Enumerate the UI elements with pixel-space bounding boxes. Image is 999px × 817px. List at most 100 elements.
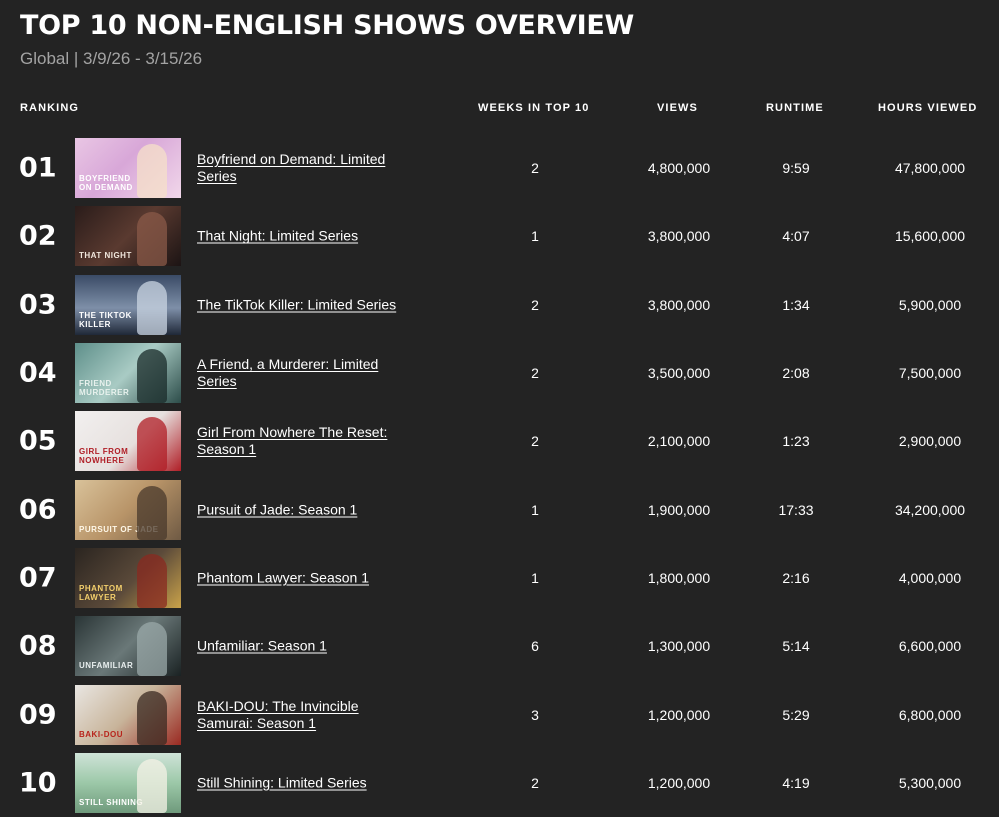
thumbnail-figure <box>137 553 167 608</box>
table-row: 04 FRIEND MURDERER A Friend, a Murderer:… <box>0 339 999 407</box>
rank-number: 03 <box>19 289 57 321</box>
rank-number: 04 <box>19 357 57 389</box>
thumbnail-figure <box>137 758 167 813</box>
runtime-value: 9:59 <box>782 160 810 177</box>
views-value: 3,500,000 <box>647 365 711 382</box>
thumbnail-figure <box>137 349 167 404</box>
hours-viewed-value: 6,800,000 <box>898 706 962 723</box>
show-title-link[interactable]: BAKI-DOU: The Invincible Samurai: Season… <box>197 698 412 732</box>
show-title-link[interactable]: Still Shining: Limited Series <box>197 774 412 791</box>
views-value: 4,800,000 <box>647 160 711 177</box>
thumbnail-logo: Still Shining <box>79 797 144 807</box>
show-title-link[interactable]: Unfamiliar: Season 1 <box>197 638 412 655</box>
views-value: 1,800,000 <box>647 569 711 586</box>
column-header-weeks: WEEKS IN TOP 10 <box>478 102 590 114</box>
runtime-value: 17:33 <box>778 501 814 518</box>
hours-viewed-value: 15,600,000 <box>894 228 966 245</box>
rank-number: 01 <box>19 152 57 184</box>
views-value: 3,800,000 <box>647 296 711 313</box>
runtime-value: 1:23 <box>782 433 810 450</box>
weeks-in-top10-value: 1 <box>531 501 539 518</box>
views-value: 3,800,000 <box>647 228 711 245</box>
weeks-in-top10-value: 2 <box>531 433 539 450</box>
thumbnail-figure <box>137 690 167 745</box>
show-thumbnail[interactable]: FRIEND MURDERER <box>75 343 181 404</box>
rank-number: 08 <box>19 630 57 662</box>
weeks-in-top10-value: 3 <box>531 706 539 723</box>
show-thumbnail[interactable]: GIRL FROM NOWHERE <box>75 411 181 472</box>
show-title-link[interactable]: Boyfriend on Demand: Limited Series <box>197 151 412 185</box>
hours-viewed-value: 5,900,000 <box>898 296 962 313</box>
thumbnail-figure <box>137 417 167 472</box>
rank-number: 02 <box>19 220 57 252</box>
thumbnail-logo: THAT NIGHT <box>79 251 132 261</box>
thumbnail-logo: BOYFRIEND ON DEMAND <box>79 174 133 193</box>
show-thumbnail[interactable]: PHANTOM LAWYER <box>75 547 181 608</box>
show-thumbnail[interactable]: Still Shining <box>75 752 181 813</box>
weeks-in-top10-value: 2 <box>531 296 539 313</box>
hours-viewed-value: 5,300,000 <box>898 774 962 791</box>
show-thumbnail[interactable]: BOYFRIEND ON DEMAND <box>75 138 181 199</box>
thumbnail-logo: UNFAMILIAR <box>79 661 134 671</box>
table-row: 06 Pursuit of Jade Pursuit of Jade: Seas… <box>0 475 999 543</box>
table-row: 05 GIRL FROM NOWHERE Girl From Nowhere T… <box>0 407 999 475</box>
show-thumbnail[interactable]: THAT NIGHT <box>75 206 181 267</box>
rankings-table: 01 BOYFRIEND ON DEMAND Boyfriend on Dema… <box>0 134 999 817</box>
weeks-in-top10-value: 1 <box>531 569 539 586</box>
runtime-value: 2:16 <box>782 569 810 586</box>
weeks-in-top10-value: 6 <box>531 638 539 655</box>
table-row: 07 PHANTOM LAWYER Phantom Lawyer: Season… <box>0 544 999 612</box>
hours-viewed-value: 47,800,000 <box>894 160 966 177</box>
thumbnail-logo: THE TIKTOK KILLER <box>79 310 132 329</box>
views-value: 2,100,000 <box>647 433 711 450</box>
thumbnail-figure <box>137 485 167 540</box>
views-value: 1,200,000 <box>647 774 711 791</box>
show-title-link[interactable]: Pursuit of Jade: Season 1 <box>197 501 412 518</box>
show-thumbnail[interactable]: Pursuit of Jade <box>75 479 181 540</box>
weeks-in-top10-value: 1 <box>531 228 539 245</box>
rank-number: 05 <box>19 425 57 457</box>
rank-number: 06 <box>19 494 57 526</box>
thumbnail-logo: FRIEND MURDERER <box>79 379 130 398</box>
column-header-ranking: RANKING <box>20 102 80 114</box>
rank-number: 09 <box>19 699 57 731</box>
thumbnail-figure <box>137 212 167 267</box>
column-header-views: VIEWS <box>657 102 698 114</box>
runtime-value: 4:19 <box>782 774 810 791</box>
table-row: 03 THE TIKTOK KILLER The TikTok Killer: … <box>0 271 999 339</box>
weeks-in-top10-value: 2 <box>531 160 539 177</box>
show-title-link[interactable]: That Night: Limited Series <box>197 228 412 245</box>
table-row: 01 BOYFRIEND ON DEMAND Boyfriend on Dema… <box>0 134 999 202</box>
column-header-hours: HOURS VIEWED <box>878 102 978 114</box>
table-row: 02 THAT NIGHT That Night: Limited Series… <box>0 202 999 270</box>
hours-viewed-value: 4,000,000 <box>898 569 962 586</box>
table-row: 08 UNFAMILIAR Unfamiliar: Season 1 6 1,3… <box>0 612 999 680</box>
thumbnail-logo: GIRL FROM NOWHERE <box>79 447 129 466</box>
show-title-link[interactable]: Girl From Nowhere The Reset: Season 1 <box>197 424 412 458</box>
weeks-in-top10-value: 2 <box>531 365 539 382</box>
runtime-value: 5:14 <box>782 638 810 655</box>
views-value: 1,200,000 <box>647 706 711 723</box>
thumbnail-figure <box>137 622 167 677</box>
views-value: 1,300,000 <box>647 638 711 655</box>
show-thumbnail[interactable]: BAKI-DOU <box>75 684 181 745</box>
runtime-value: 1:34 <box>782 296 810 313</box>
page-title: TOP 10 NON-ENGLISH SHOWS OVERVIEW <box>20 10 635 41</box>
weeks-in-top10-value: 2 <box>531 774 539 791</box>
column-header-runtime: RUNTIME <box>766 102 824 114</box>
show-title-link[interactable]: Phantom Lawyer: Season 1 <box>197 569 412 586</box>
show-title-link[interactable]: The TikTok Killer: Limited Series <box>197 296 412 313</box>
show-title-link[interactable]: A Friend, a Murderer: Limited Series <box>197 356 412 390</box>
runtime-value: 2:08 <box>782 365 810 382</box>
hours-viewed-value: 34,200,000 <box>894 501 966 518</box>
show-thumbnail[interactable]: UNFAMILIAR <box>75 616 181 677</box>
thumbnail-figure <box>137 144 167 199</box>
hours-viewed-value: 7,500,000 <box>898 365 962 382</box>
rank-number: 07 <box>19 562 57 594</box>
hours-viewed-value: 6,600,000 <box>898 638 962 655</box>
runtime-value: 5:29 <box>782 706 810 723</box>
rank-number: 10 <box>19 767 57 799</box>
thumbnail-logo: BAKI-DOU <box>79 729 123 739</box>
hours-viewed-value: 2,900,000 <box>898 433 962 450</box>
show-thumbnail[interactable]: THE TIKTOK KILLER <box>75 274 181 335</box>
